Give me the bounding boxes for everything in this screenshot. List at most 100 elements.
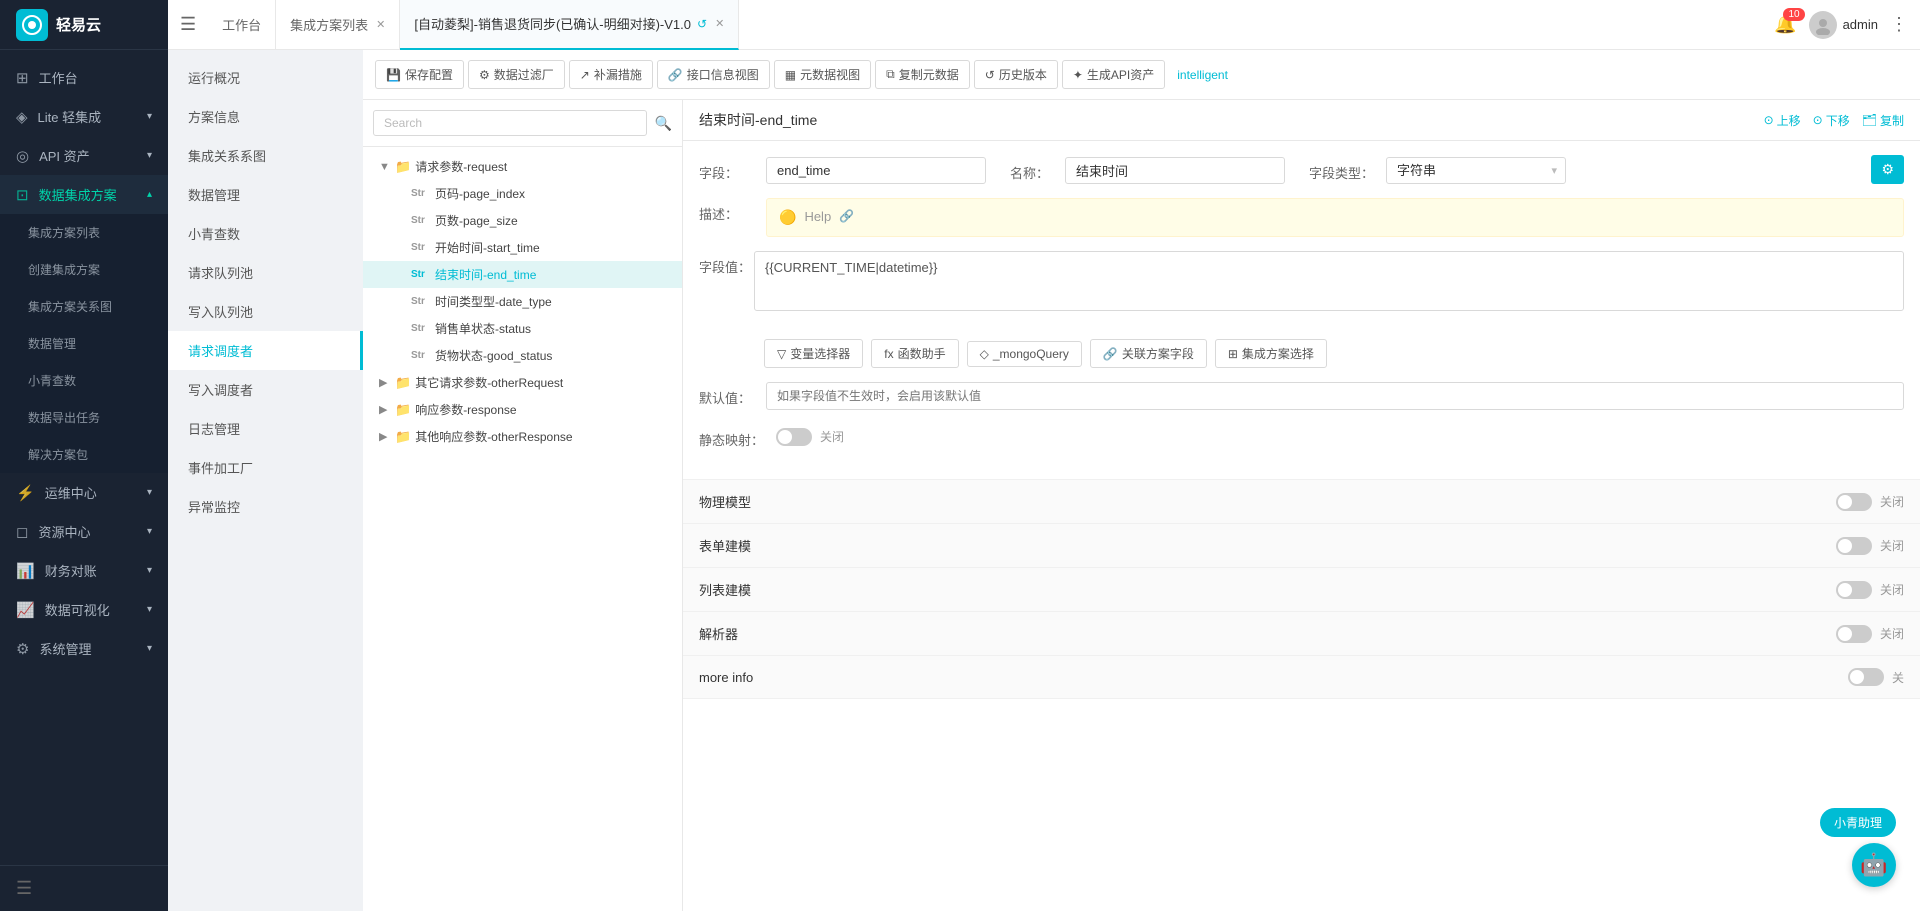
- tab-active-close[interactable]: ✕: [715, 17, 724, 30]
- func-helper-btn[interactable]: fx 函数助手: [871, 339, 958, 368]
- field-value-area[interactable]: {{CURRENT_TIME|datetime}}: [754, 251, 1904, 311]
- collapsible-physical-model: 物理模型 关闭: [683, 480, 1920, 524]
- left-panel-item-log-mgmt[interactable]: 日志管理: [168, 409, 363, 448]
- left-panel-item-data-mgmt[interactable]: 数据管理: [168, 175, 363, 214]
- physical-model-header[interactable]: 物理模型 关闭: [683, 480, 1920, 523]
- tree-row-response[interactable]: ▶ 📁 响应参数-response: [363, 396, 682, 423]
- sidebar-item-data-viz[interactable]: 📈 数据可视化 ▾: [0, 590, 168, 629]
- name-value-input[interactable]: [1065, 157, 1285, 184]
- left-panel-item-event-factory[interactable]: 事件加工厂: [168, 448, 363, 487]
- type-select[interactable]: 字符串 整数 浮点数 布尔 日期 数组 对象: [1387, 158, 1551, 183]
- sidebar-item-data-mgmt[interactable]: 数据管理: [0, 325, 168, 362]
- left-panel-item-solution-info[interactable]: 方案信息: [168, 97, 363, 136]
- sidebar-item-ops[interactable]: ⚡ 运维中心 ▾: [0, 473, 168, 512]
- tree-row-end-time[interactable]: Str 结束时间-end_time: [363, 261, 682, 288]
- relation-field-btn[interactable]: 🔗 关联方案字段: [1090, 339, 1207, 368]
- list-build-header[interactable]: 列表建模 关闭: [683, 568, 1920, 611]
- tree-row-status[interactable]: Str 销售单状态-status: [363, 315, 682, 342]
- left-panel-item-xiao-query[interactable]: 小青查数: [168, 214, 363, 253]
- default-val-input[interactable]: [766, 382, 1904, 410]
- left-panel-item-relation-map[interactable]: 集成关系系图: [168, 136, 363, 175]
- left-panel-item-write-pool[interactable]: 写入队列池: [168, 292, 363, 331]
- sidebar-item-workbench[interactable]: ⊞ 工作台: [0, 58, 168, 97]
- toggle-response[interactable]: ▶: [379, 403, 391, 416]
- mongo-query-btn[interactable]: ◇ _mongoQuery: [967, 341, 1082, 367]
- toggle-other-response[interactable]: ▶: [379, 430, 391, 443]
- tree-row-date-type[interactable]: Str 时间类型型-date_type: [363, 288, 682, 315]
- field-value-input[interactable]: [766, 157, 986, 184]
- desc-link-icon[interactable]: 🔗: [839, 209, 854, 223]
- sidebar-item-label: Lite 轻集成: [38, 107, 102, 126]
- parser-toggle[interactable]: [1836, 625, 1872, 643]
- var-selector-btn[interactable]: ▽ 变量选择器: [764, 339, 863, 368]
- sidebar-item-solution-pkg[interactable]: 解决方案包: [0, 436, 168, 473]
- meta-view-button[interactable]: ▦ 元数据视图: [774, 60, 871, 89]
- sidebar-item-sys-mgmt[interactable]: ⚙ 系统管理 ▾: [0, 629, 168, 668]
- xiao-assistant-label[interactable]: 小青助理: [1820, 808, 1896, 837]
- left-panel-item-exception-monitor[interactable]: 异常监控: [168, 487, 363, 526]
- form-build-toggle[interactable]: [1836, 537, 1872, 555]
- tree-row-start-time[interactable]: Str 开始时间-start_time: [363, 234, 682, 261]
- sidebar-item-lite[interactable]: ◈ Lite 轻集成 ▾: [0, 97, 168, 136]
- detail-settings-button[interactable]: ⚙: [1871, 155, 1904, 184]
- tree-row-other-response[interactable]: ▶ 📁 其他响应参数-otherResponse: [363, 423, 682, 450]
- left-panel-item-overview[interactable]: 运行概况: [168, 58, 363, 97]
- data-filter-button[interactable]: ⚙ 数据过滤厂: [468, 60, 565, 89]
- list-build-toggle[interactable]: [1836, 581, 1872, 599]
- notification-badge[interactable]: 🔔 10: [1774, 14, 1796, 35]
- sidebar-item-create[interactable]: 创建集成方案: [0, 251, 168, 288]
- tab-integration-list-close[interactable]: ✕: [376, 18, 385, 31]
- topbar-more-icon[interactable]: ⋮: [1890, 14, 1908, 35]
- sidebar-item-api[interactable]: ◎ API 资产 ▾: [0, 136, 168, 175]
- sidebar-item-finance[interactable]: 📊 财务对账 ▾: [0, 551, 168, 590]
- tab-active[interactable]: [自动菱梨]-销售退货同步(已确认-明细对接)-V1.0 ↺ ✕: [400, 0, 739, 50]
- sidebar-item-integration-list[interactable]: 集成方案列表: [0, 214, 168, 251]
- user-avatar[interactable]: admin: [1809, 11, 1878, 39]
- tree-row-page-index[interactable]: Str 页码-page_index: [363, 180, 682, 207]
- folder-icon-other-request: 📁: [395, 375, 411, 391]
- static-map-toggle[interactable]: [776, 428, 812, 446]
- tab-integration-list[interactable]: 集成方案列表 ✕: [276, 0, 400, 50]
- func-helper-label: 函数助手: [898, 345, 946, 362]
- search-icon[interactable]: 🔍: [655, 115, 672, 132]
- more-info-toggle[interactable]: [1848, 668, 1884, 686]
- status-label: 销售单状态-status: [435, 320, 674, 337]
- parser-header[interactable]: 解析器 关闭: [683, 612, 1920, 655]
- tab-refresh-icon[interactable]: ↺: [697, 17, 707, 31]
- topbar: ☰ 工作台 集成方案列表 ✕ [自动菱梨]-销售退货同步(已确认-明细对接)-V…: [168, 0, 1920, 50]
- tree-search-input[interactable]: [373, 110, 647, 136]
- left-panel-item-request-pool[interactable]: 请求队列池: [168, 253, 363, 292]
- sidebar-item-relation-map[interactable]: 集成方案关系图: [0, 288, 168, 325]
- sidebar-item-xiao-query[interactable]: 小青查数: [0, 362, 168, 399]
- history-button[interactable]: ↺ 历史版本: [974, 60, 1058, 89]
- toggle-request-params[interactable]: ▼: [379, 161, 391, 173]
- left-panel-item-request-debug[interactable]: 请求调度者: [168, 331, 363, 370]
- gen-api-button[interactable]: ✦ 生成API资产: [1062, 60, 1165, 89]
- sidebar-item-resource[interactable]: ◻ 资源中心 ▾: [0, 512, 168, 551]
- xiao-assistant-btn[interactable]: 🤖: [1852, 843, 1896, 887]
- topbar-menu-icon[interactable]: ☰: [180, 14, 196, 35]
- tree-row-good-status[interactable]: Str 货物状态-good_status: [363, 342, 682, 369]
- tree-row-other-request[interactable]: ▶ 📁 其它请求参数-otherRequest: [363, 369, 682, 396]
- sidebar-item-data-export[interactable]: 数据导出任务: [0, 399, 168, 436]
- move-down-action[interactable]: ⊙ 下移: [1813, 112, 1850, 129]
- sidebar-collapse-btn[interactable]: ☰: [0, 865, 168, 911]
- copy-meta-button[interactable]: ⧉ 复制元数据: [875, 60, 970, 89]
- tree-row-page-size[interactable]: Str 页数-page_size: [363, 207, 682, 234]
- interface-view-button[interactable]: 🔗 接口信息视图: [657, 60, 770, 89]
- integration-select-btn[interactable]: ⊞ 集成方案选择: [1215, 339, 1327, 368]
- sidebar-sub-data-integration: 集成方案列表 创建集成方案 集成方案关系图 数据管理 小青查数 数据导出任务 解…: [0, 214, 168, 473]
- more-info-header[interactable]: more info 关: [683, 656, 1920, 698]
- move-up-action[interactable]: ⊙ 上移: [1764, 112, 1801, 129]
- tab-workbench[interactable]: 工作台: [208, 0, 276, 50]
- supplement-button[interactable]: ↗ 补漏措施: [569, 60, 653, 89]
- toggle-other-request[interactable]: ▶: [379, 376, 391, 389]
- physical-model-toggle[interactable]: [1836, 493, 1872, 511]
- left-panel-item-write-debug[interactable]: 写入调度者: [168, 370, 363, 409]
- sidebar-item-data-integration[interactable]: ⊡ 数据集成方案 ▴: [0, 175, 168, 214]
- copy-action[interactable]: 🗂 复制: [1862, 112, 1904, 129]
- save-config-button[interactable]: 💾 保存配置: [375, 60, 464, 89]
- tree-row-request-params[interactable]: ▼ 📁 请求参数-request: [363, 153, 682, 180]
- form-build-header[interactable]: 表单建模 关闭: [683, 524, 1920, 567]
- intelligent-btn[interactable]: intelligent: [1169, 63, 1236, 87]
